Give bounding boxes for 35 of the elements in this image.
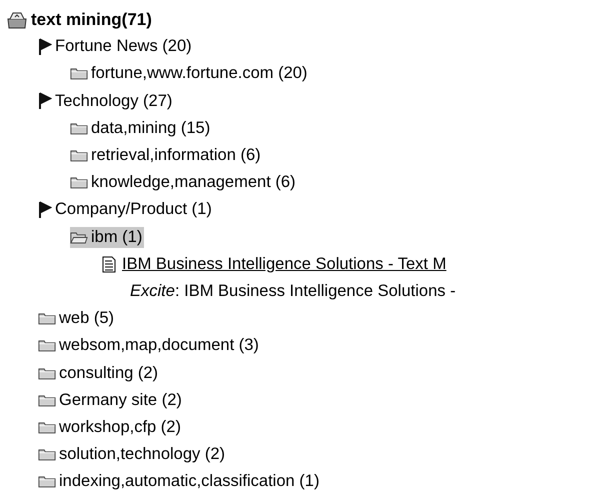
folder-item[interactable]: retrieval,information (6): [70, 145, 263, 166]
tree-root-label[interactable]: text mining(71): [31, 10, 152, 30]
document-link[interactable]: IBM Business Intelligence Solutions - Text M: [122, 254, 446, 274]
folder-icon: [38, 475, 56, 488]
folder-icon: [70, 122, 88, 135]
folder-item[interactable]: solution,technology (2): [38, 444, 228, 466]
flag-icon: [38, 92, 52, 110]
open-folder-icon: [70, 230, 88, 244]
folder-item[interactable]: consulting (2): [38, 362, 160, 384]
flag-icon: [38, 38, 52, 56]
folder-item[interactable]: indexing,automatic,classification (1): [38, 471, 322, 492]
folder-item[interactable]: ibm (1): [70, 226, 144, 248]
folder-item[interactable]: fortune,www.fortune.com (20): [70, 63, 310, 84]
folder-item[interactable]: data,mining (15): [70, 118, 212, 139]
category-label[interactable]: Company/Product (1): [55, 200, 212, 220]
flag-icon: [38, 200, 52, 219]
folder-icon: [70, 149, 88, 162]
folder-item[interactable]: Germany site (2): [38, 390, 184, 411]
folder-icon: [38, 448, 56, 462]
document-icon: [102, 256, 116, 273]
folder-item[interactable]: websom,map,document (3): [38, 335, 261, 356]
folder-icon: [38, 420, 56, 434]
folder-icon: [70, 67, 88, 80]
folder-item[interactable]: web (5): [38, 308, 116, 330]
folder-icon: [70, 176, 88, 190]
category-label[interactable]: Fortune News (20): [55, 37, 192, 56]
folder-icon: [38, 339, 56, 352]
folder-icon: [38, 394, 56, 407]
folder-item[interactable]: knowledge,management (6): [70, 172, 298, 194]
document-snippet: Excite: IBM Business Intelligence Solutions -: [130, 282, 456, 301]
folder-item[interactable]: workshop,cfp (2): [38, 416, 183, 438]
folder-icon: [38, 312, 56, 326]
box-icon: [6, 10, 28, 29]
folder-icon: [38, 366, 56, 380]
category-label[interactable]: Technology (27): [55, 92, 172, 111]
